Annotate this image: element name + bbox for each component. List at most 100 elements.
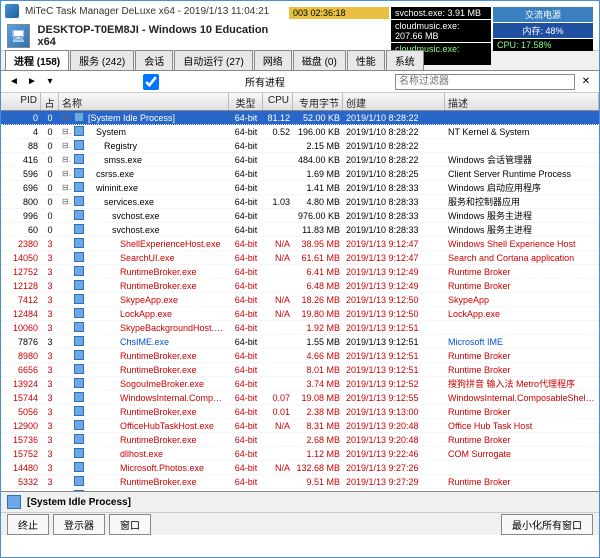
table-row[interactable]: 66563RuntimeBroker.exe64-bit8.01 MB2019/… xyxy=(1,363,599,377)
name-filter-input[interactable] xyxy=(395,74,575,90)
table-row[interactable]: 5960⊟csrss.exe64-bit1.69 MB2019/1/10 8:2… xyxy=(1,167,599,181)
app-icon xyxy=(5,4,19,18)
tree-toggle-icon[interactable]: ⊟ xyxy=(59,113,71,122)
table-row[interactable]: 140503SearchUI.exe64-bitN/A61.61 MB2019/… xyxy=(1,251,599,265)
table-row[interactable]: 74123SkypeApp.exe64-bitN/A18.26 MB2019/1… xyxy=(1,293,599,307)
process-icon xyxy=(74,434,84,444)
table-row[interactable]: 6960⊟wininit.exe64-bit1.41 MB2019/1/10 8… xyxy=(1,181,599,195)
table-row[interactable]: 157363RuntimeBroker.exe64-bit2.68 MB2019… xyxy=(1,433,599,447)
end-button[interactable]: 终止 xyxy=(7,514,49,535)
table-row[interactable]: 124843LockApp.exe64-bitN/A19.80 MB2019/1… xyxy=(1,307,599,321)
tab-[interactable]: 系统 xyxy=(386,50,424,70)
col-time[interactable]: 创建 xyxy=(343,93,445,110)
table-row[interactable]: 50563RuntimeBroker.exe64-bit0.012.38 MB2… xyxy=(1,405,599,419)
table-row[interactable]: 8000⊟services.exe64-bit1.034.80 MB2019/1… xyxy=(1,195,599,209)
col-mem[interactable]: 专用字节 xyxy=(293,93,343,110)
tab-27[interactable]: 自动运行 (27) xyxy=(174,50,253,70)
col-idx[interactable]: 占 xyxy=(41,93,59,110)
col-name[interactable]: 名称 xyxy=(59,93,229,110)
svchost-badge: svchost.exe: 3.91 MB xyxy=(391,7,491,19)
nav-fwd-icon[interactable]: ► xyxy=(25,75,39,89)
table-row[interactable]: 00⊟[System Idle Process]64-bit81.1252.00… xyxy=(1,111,599,125)
power-badge: 交流电源 xyxy=(493,7,593,22)
table-row[interactable]: 144803Microsoft.Photos.exe64-bitN/A132.6… xyxy=(1,461,599,475)
selected-process-name: [System Idle Process] xyxy=(27,497,131,508)
all-processes-label: 所有进程 xyxy=(245,74,285,89)
tab-242[interactable]: 服务 (242) xyxy=(70,50,134,70)
tree-toggle-icon[interactable]: ⊟ xyxy=(59,127,71,136)
table-row[interactable]: 53323RuntimeBroker.exe64-bit9.51 MB2019/… xyxy=(1,475,599,489)
process-icon xyxy=(74,322,84,332)
footer: [System Idle Process] 终止 登示器 窗口 最小化所有窗口 xyxy=(1,491,599,535)
process-icon xyxy=(74,252,84,262)
process-icon xyxy=(74,420,84,430)
minimize-all-button[interactable]: 最小化所有窗口 xyxy=(501,514,593,535)
process-icon xyxy=(7,495,21,509)
process-icon xyxy=(74,154,84,164)
host-bar: 🖥 DESKTOP-T0EM8JI - Windows 10 Education… xyxy=(1,21,599,51)
col-pid[interactable]: PID xyxy=(1,93,41,110)
table-row[interactable]: 136083WmiPrvSE.exe32-bit11.52 MB2019/1/1… xyxy=(1,489,599,491)
table-row[interactable]: 23803ShellExperienceHost.exe64-bitN/A38.… xyxy=(1,237,599,251)
process-icon xyxy=(74,392,84,402)
cloud1-badge: cloudmusic.exe: 207.66 MB xyxy=(391,20,491,42)
tree-toggle-icon[interactable]: ⊟ xyxy=(59,141,71,150)
table-row[interactable]: 9960svchost.exe64-bit976.00 KB2019/1/10 … xyxy=(1,209,599,223)
process-icon xyxy=(74,364,84,374)
process-icon xyxy=(74,140,84,150)
dropdown-icon[interactable]: ▾ xyxy=(43,75,57,89)
table-row[interactable]: 880⊟Registry64-bit2.15 MB2019/1/10 8:28:… xyxy=(1,139,599,153)
window-button[interactable]: 窗口 xyxy=(109,514,151,535)
tab-[interactable]: 网络 xyxy=(254,50,292,70)
tab-[interactable]: 性能 xyxy=(347,50,385,70)
mem-badge: 内存: 48% xyxy=(493,23,593,38)
host-name: DESKTOP-T0EM8JI - Windows 10 Education x… xyxy=(38,24,273,48)
process-icon xyxy=(74,224,84,234)
process-icon xyxy=(74,350,84,360)
table-row[interactable]: 127523RuntimeBroker.exe64-bit6.41 MB2019… xyxy=(1,265,599,279)
table-row[interactable]: 40⊟System64-bit0.52196.00 KB2019/1/10 8:… xyxy=(1,125,599,139)
column-headers: PID 占 名称 类型 CPU 专用字节 创建 描述 xyxy=(1,93,599,111)
tab-158[interactable]: 进程 (158) xyxy=(5,50,69,70)
tab-[interactable]: 会话 xyxy=(135,50,173,70)
table-row[interactable]: 157443WindowsInternal.ComposableShell.Ex… xyxy=(1,391,599,405)
table-row[interactable]: 157523dllhost.exe64-bit1.12 MB2019/1/13 … xyxy=(1,447,599,461)
process-icon xyxy=(74,210,84,220)
col-bit[interactable]: 类型 xyxy=(229,93,263,110)
tree-toggle-icon[interactable]: ⊟ xyxy=(59,183,71,192)
process-icon xyxy=(74,378,84,388)
filter-row: ◄ ► ▾ 所有进程 ✕ xyxy=(1,71,599,93)
table-row[interactable]: 100603SkypeBackgroundHost.exe64-bit1.92 … xyxy=(1,321,599,335)
computer-icon: 🖥 xyxy=(7,24,30,48)
tree-toggle-icon[interactable]: ⊟ xyxy=(59,197,71,206)
process-icon xyxy=(74,196,84,206)
table-row[interactable]: 129003OfficeHubTaskHost.exe64-bitN/A8.31… xyxy=(1,419,599,433)
uptime-badge: 003 02:36:18 xyxy=(289,7,389,19)
process-icon xyxy=(74,112,84,122)
tree-toggle-icon[interactable]: ⊟ xyxy=(59,155,71,164)
process-grid[interactable]: 00⊟[System Idle Process]64-bit81.1252.00… xyxy=(1,111,599,491)
table-row[interactable]: 89803RuntimeBroker.exe64-bit4.66 MB2019/… xyxy=(1,349,599,363)
table-row[interactable]: 121283RuntimeBroker.exe64-bit6.48 MB2019… xyxy=(1,279,599,293)
col-cpu[interactable]: CPU xyxy=(263,93,293,110)
all-processes-checkbox[interactable] xyxy=(61,74,241,90)
nav-back-icon[interactable]: ◄ xyxy=(7,75,21,89)
process-icon xyxy=(74,266,84,276)
table-row[interactable]: 4160⊟smss.exe64-bit484.00 KB2019/1/10 8:… xyxy=(1,153,599,167)
process-icon xyxy=(74,168,84,178)
table-row[interactable]: 139243SogouImeBroker.exe64-bit3.74 MB201… xyxy=(1,377,599,391)
process-icon xyxy=(74,336,84,346)
table-row[interactable]: 78763ChsIME.exe64-bit1.55 MB2019/1/13 9:… xyxy=(1,335,599,349)
table-row[interactable]: 600svchost.exe64-bit11.83 MB2019/1/10 8:… xyxy=(1,223,599,237)
button-bar: 终止 登示器 窗口 最小化所有窗口 xyxy=(1,513,599,535)
tab-0[interactable]: 磁盘 (0) xyxy=(293,50,346,70)
process-icon xyxy=(74,182,84,192)
process-icon xyxy=(74,476,84,486)
clear-filter-icon[interactable]: ✕ xyxy=(579,75,593,89)
process-icon xyxy=(74,308,84,318)
detect-button[interactable]: 登示器 xyxy=(53,514,105,535)
process-icon xyxy=(74,280,84,290)
tree-toggle-icon[interactable]: ⊟ xyxy=(59,169,71,178)
process-icon xyxy=(74,448,84,458)
col-desc[interactable]: 描述 xyxy=(445,93,599,110)
